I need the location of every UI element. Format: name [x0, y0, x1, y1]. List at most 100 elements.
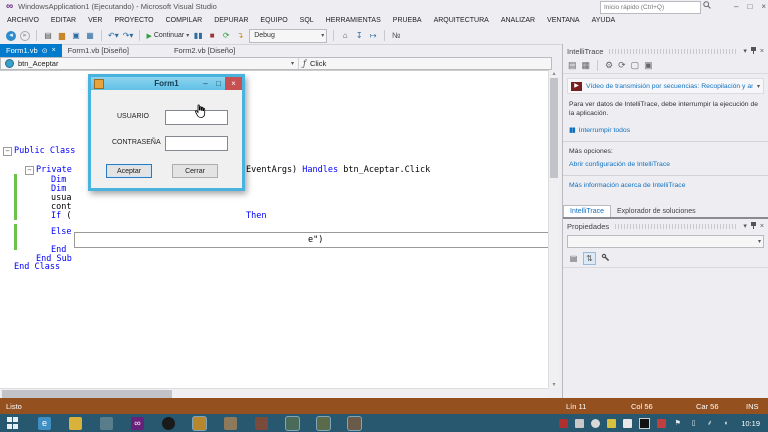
menu-editar[interactable]: EDITAR: [51, 17, 76, 24]
properties-panel-header[interactable]: Propiedades ▾ ×: [563, 219, 768, 233]
close-icon[interactable]: ×: [52, 47, 56, 54]
continue-button[interactable]: ▶ Continuar ▾: [146, 32, 189, 40]
tray-doc-icon[interactable]: [575, 419, 584, 428]
dark-app-icon[interactable]: [162, 417, 175, 430]
tray-cloud-icon[interactable]: [623, 419, 632, 428]
show-next-statement-icon[interactable]: ↴: [235, 29, 245, 42]
menu-equipo[interactable]: EQUIPO: [260, 17, 287, 24]
tray-shield-icon[interactable]: [607, 419, 616, 428]
start-button-icon[interactable]: [7, 417, 19, 429]
breakpoints-icon[interactable]: №: [391, 29, 401, 42]
collapse-region-icon[interactable]: −: [3, 147, 12, 156]
redo-icon[interactable]: ↷▾: [123, 29, 134, 42]
volume-icon[interactable]: ◖: [721, 419, 730, 428]
step-into-icon[interactable]: ↧: [354, 29, 364, 42]
app-icon[interactable]: [100, 417, 113, 430]
maximize-button[interactable]: □: [747, 2, 752, 11]
event-dropdown[interactable]: ƒ Click: [299, 58, 551, 69]
intellitrace-more-info-link[interactable]: Más información acerca de IntelliTrace: [569, 182, 685, 189]
menu-arquitectura[interactable]: ARQUITECTURA: [434, 17, 489, 24]
tray-alert-icon[interactable]: [657, 419, 666, 428]
chevron-down-icon[interactable]: ▾: [743, 47, 747, 55]
menu-depurar[interactable]: DEPURAR: [214, 17, 248, 24]
form1-dialog[interactable]: Form1 – □ × USUARIO CONTRASEÑA Aceptar C…: [88, 74, 245, 191]
tray-flag-icon[interactable]: ⚑: [673, 419, 682, 428]
cerrar-button[interactable]: Cerrar: [172, 164, 218, 178]
properties-object-combobox[interactable]: ▾: [567, 235, 764, 248]
tab-solution-explorer[interactable]: Explorador de soluciones: [611, 206, 702, 217]
aceptar-button[interactable]: Aceptar: [106, 164, 152, 178]
menu-herramientas[interactable]: HERRAMIENTAS: [326, 17, 381, 24]
open-file-icon[interactable]: ▆: [57, 29, 67, 42]
restart-icon[interactable]: ⟳: [221, 29, 231, 42]
calls-view-icon[interactable]: ▦: [582, 60, 591, 71]
save-all-icon[interactable]: ▦: [85, 29, 95, 42]
categorized-icon[interactable]: ▤: [568, 253, 579, 264]
form-close-button[interactable]: ×: [225, 77, 242, 90]
tab-form1-code[interactable]: Form1.vb ⊙ ×: [0, 44, 62, 57]
open-window-button[interactable]: [317, 417, 330, 430]
step-over-icon[interactable]: ↦: [368, 29, 378, 42]
app-icon[interactable]: [224, 417, 237, 430]
close-button[interactable]: ×: [761, 2, 766, 11]
scrollbar-thumb[interactable]: [550, 78, 558, 178]
window-icon[interactable]: ▢: [631, 60, 640, 71]
open-window-button[interactable]: [348, 417, 361, 430]
gear-icon[interactable]: ⚙: [605, 60, 613, 71]
file-explorer-icon[interactable]: [69, 417, 82, 430]
visual-studio-taskbar-icon[interactable]: ∞: [131, 417, 144, 430]
editor-vertical-scrollbar[interactable]: ▴ ▾: [548, 70, 559, 388]
intellitrace-panel-header[interactable]: IntelliTrace ▾ ×: [563, 44, 768, 58]
running-app-icon[interactable]: [193, 417, 206, 430]
internet-explorer-icon[interactable]: e: [38, 417, 51, 430]
menu-proyecto[interactable]: PROYECTO: [114, 17, 153, 24]
save-icon[interactable]: ▣: [644, 60, 653, 71]
collapse-region-icon[interactable]: −: [25, 166, 34, 175]
events-list-icon[interactable]: ▤: [568, 60, 577, 71]
form-minimize-button[interactable]: –: [199, 77, 212, 90]
find-icon[interactable]: ⌂: [340, 29, 350, 42]
streaming-video-dropdown[interactable]: ▶ Vídeo de transmisión por secuencias: R…: [567, 78, 764, 94]
object-dropdown[interactable]: btn_Aceptar ▾: [1, 58, 299, 69]
tray-app-icon[interactable]: [591, 419, 600, 428]
tray-red-icon[interactable]: [559, 419, 568, 428]
menu-sql[interactable]: SQL: [300, 17, 314, 24]
network-icon[interactable]: ⸙: [705, 419, 714, 428]
undo-icon[interactable]: ↶▾: [108, 29, 119, 42]
break-all-link[interactable]: ▮▮ Interrumpir todos: [569, 126, 762, 134]
close-icon[interactable]: ×: [760, 48, 764, 55]
property-pages-icon[interactable]: [600, 253, 611, 264]
code-editor[interactable]: − − Public Class Private EventArgs) Hand…: [0, 70, 548, 389]
app-icon[interactable]: [255, 417, 268, 430]
save-icon[interactable]: ▣: [71, 29, 81, 42]
navigate-forward-icon[interactable]: ▸: [20, 31, 30, 41]
menu-archivo[interactable]: ARCHIVO: [7, 17, 39, 24]
menu-ver[interactable]: VER: [88, 17, 102, 24]
tab-intellitrace[interactable]: IntelliTrace: [563, 205, 611, 217]
new-file-icon[interactable]: ▤: [43, 29, 53, 42]
pin-icon[interactable]: [750, 221, 757, 232]
debug-target-combobox[interactable]: Debug ▾: [249, 29, 327, 43]
menu-compilar[interactable]: COMPILAR: [166, 17, 203, 24]
contrasena-input[interactable]: [165, 136, 228, 151]
open-intellitrace-settings-link[interactable]: Abrir configuración de IntelliTrace: [569, 161, 670, 168]
pause-icon[interactable]: ▮▮: [193, 29, 203, 42]
menu-prueba[interactable]: PRUEBA: [393, 17, 422, 24]
close-icon[interactable]: ×: [760, 223, 764, 230]
minimize-button[interactable]: –: [734, 2, 738, 11]
refresh-icon[interactable]: ⟳: [618, 60, 626, 71]
form1-title-bar[interactable]: Form1 – □ ×: [91, 77, 242, 90]
scroll-up-icon[interactable]: ▴: [550, 70, 558, 77]
tray-phone-icon[interactable]: ▯: [689, 419, 698, 428]
alphabetical-sort-icon[interactable]: ⇅: [583, 252, 596, 265]
navigate-back-icon[interactable]: ◂: [6, 31, 16, 41]
scroll-down-icon[interactable]: ▾: [550, 381, 558, 388]
scrollbar-thumb[interactable]: [2, 390, 172, 398]
clock[interactable]: 10:19: [741, 419, 760, 428]
menu-ayuda[interactable]: AYUDA: [592, 17, 616, 24]
stop-icon[interactable]: ■: [207, 29, 217, 42]
tab-form1-design[interactable]: Form1.vb [Diseño]: [62, 44, 135, 57]
tray-black-box-icon[interactable]: [639, 418, 650, 429]
search-icon[interactable]: [703, 1, 711, 11]
chevron-down-icon[interactable]: ▾: [743, 222, 747, 230]
